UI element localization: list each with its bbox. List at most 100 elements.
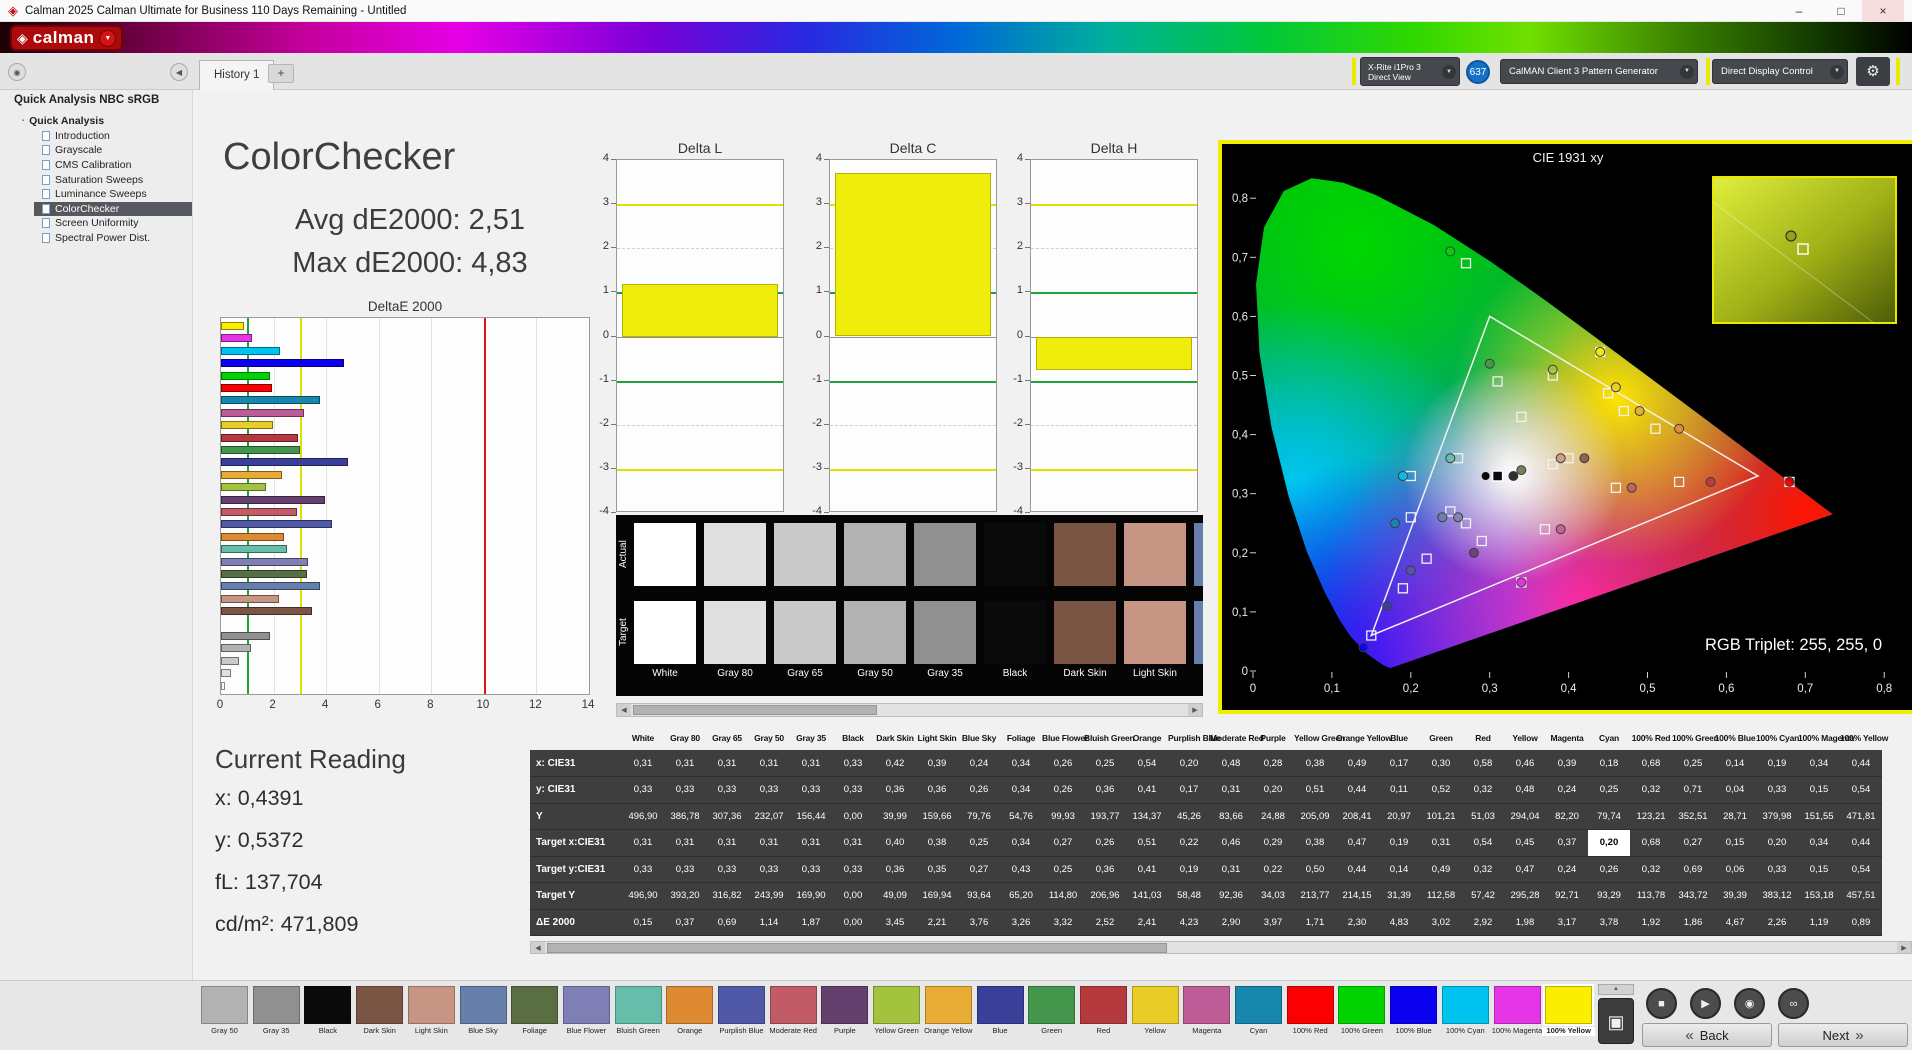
add-tab-button[interactable]: +	[268, 64, 294, 83]
cell[interactable]: 156,44	[790, 803, 832, 830]
cell[interactable]: 2,41	[1126, 909, 1168, 936]
cell[interactable]: 343,72	[1672, 883, 1714, 910]
cell[interactable]: 1,86	[1672, 909, 1714, 936]
cell[interactable]: 0,22	[1168, 830, 1210, 857]
cell[interactable]: 0,46	[1504, 750, 1546, 777]
cell[interactable]: 2,26	[1756, 909, 1798, 936]
cell[interactable]: 0,32	[1462, 856, 1504, 883]
cell[interactable]: 205,09	[1294, 803, 1336, 830]
cell[interactable]: 0,33	[832, 777, 874, 804]
cell[interactable]: 0,28	[1252, 750, 1294, 777]
cell[interactable]: 0,24	[1546, 777, 1588, 804]
cell[interactable]: 31,39	[1378, 883, 1420, 910]
cell[interactable]: 0,49	[1420, 856, 1462, 883]
cell[interactable]: 0,31	[1210, 777, 1252, 804]
cell[interactable]: 0,19	[1378, 830, 1420, 857]
cell[interactable]: 0,54	[1840, 777, 1882, 804]
cell[interactable]: 0,40	[874, 830, 916, 857]
cell[interactable]: 379,98	[1756, 803, 1798, 830]
stop-button[interactable]: ■	[1646, 988, 1677, 1019]
cell[interactable]: 4,83	[1378, 909, 1420, 936]
cell[interactable]: 93,64	[958, 883, 1000, 910]
cell[interactable]: 0,68	[1630, 830, 1672, 857]
cell[interactable]: 0,04	[1714, 777, 1756, 804]
cell[interactable]: 0,33	[790, 856, 832, 883]
cell[interactable]: 151,55	[1798, 803, 1840, 830]
cell[interactable]: 0,15	[622, 909, 664, 936]
cell[interactable]: 0,54	[1462, 830, 1504, 857]
cell[interactable]: 0,30	[1420, 750, 1462, 777]
cell[interactable]: 0,26	[1084, 830, 1126, 857]
cell[interactable]: 79,76	[958, 803, 1000, 830]
display-control-dropdown[interactable]: Direct Display Control ▼	[1712, 59, 1848, 84]
calman-logo-menu[interactable]: ◈ calman ▼	[10, 25, 123, 51]
cell[interactable]: 49,09	[874, 883, 916, 910]
cell[interactable]: 2,52	[1084, 909, 1126, 936]
cell[interactable]: 0,34	[1798, 750, 1840, 777]
cell[interactable]: 0,17	[1378, 750, 1420, 777]
cell[interactable]: 0,52	[1420, 777, 1462, 804]
cell[interactable]: 51,03	[1462, 803, 1504, 830]
cell[interactable]: 0,33	[1756, 856, 1798, 883]
cell[interactable]: 386,78	[664, 803, 706, 830]
cell[interactable]: 0,14	[1378, 856, 1420, 883]
cell[interactable]: 0,39	[1546, 750, 1588, 777]
cell[interactable]: 0,89	[1840, 909, 1882, 936]
cell[interactable]: 39,99	[874, 803, 916, 830]
cell[interactable]: 39,39	[1714, 883, 1756, 910]
sidebar-item-spectral-power-dist[interactable]: Spectral Power Dist.	[0, 231, 192, 246]
cell[interactable]: 0,51	[1126, 830, 1168, 857]
cell[interactable]: 206,96	[1084, 883, 1126, 910]
cell[interactable]: 0,26	[1588, 856, 1630, 883]
cell[interactable]: 1,92	[1630, 909, 1672, 936]
cell[interactable]: 2,30	[1336, 909, 1378, 936]
sidebar-item-cms-calibration[interactable]: CMS Calibration	[0, 158, 192, 173]
cell[interactable]: 0,31	[748, 830, 790, 857]
logo-menu-button[interactable]: ▼	[99, 30, 116, 47]
sidebar-item-colorchecker[interactable]: ColorChecker	[34, 202, 192, 217]
cell[interactable]: 294,04	[1504, 803, 1546, 830]
cell[interactable]: 0,22	[1252, 856, 1294, 883]
cell[interactable]: 295,28	[1504, 883, 1546, 910]
cell[interactable]: 2,90	[1210, 909, 1252, 936]
cell[interactable]: 0,00	[832, 803, 874, 830]
cell[interactable]: 1,98	[1504, 909, 1546, 936]
cell[interactable]: 0,24	[1546, 856, 1588, 883]
workflow-home-button[interactable]: ◉	[8, 63, 26, 81]
cell[interactable]: 34,03	[1252, 883, 1294, 910]
cell[interactable]: 3,97	[1252, 909, 1294, 936]
cell[interactable]: 0,36	[1084, 856, 1126, 883]
scrollbar-thumb[interactable]	[633, 705, 877, 715]
close-button[interactable]: ×	[1862, 0, 1904, 22]
cell[interactable]: 0,47	[1504, 856, 1546, 883]
cell[interactable]: 0,42	[874, 750, 916, 777]
scroll-left-icon[interactable]: ◀	[531, 942, 545, 953]
cell[interactable]: 0,71	[1672, 777, 1714, 804]
cell[interactable]: 159,66	[916, 803, 958, 830]
cell[interactable]: 0,25	[1672, 750, 1714, 777]
cell[interactable]: 0,36	[1084, 777, 1126, 804]
scrollbar-thumb[interactable]	[547, 943, 1167, 953]
cell[interactable]: 0,29	[1252, 830, 1294, 857]
cell[interactable]: 0,31	[748, 750, 790, 777]
cell[interactable]: 0,11	[1378, 777, 1420, 804]
cell[interactable]: 0,20	[1756, 830, 1798, 857]
cell[interactable]: 0,69	[706, 909, 748, 936]
cell[interactable]: 0,35	[916, 856, 958, 883]
cell[interactable]: 0,49	[1336, 750, 1378, 777]
sidebar-collapse-button[interactable]: ◀	[170, 63, 188, 81]
cell[interactable]: 0,25	[958, 830, 1000, 857]
cell[interactable]: 0,69	[1672, 856, 1714, 883]
cell[interactable]: 0,58	[1462, 750, 1504, 777]
cell[interactable]: 0,34	[1798, 830, 1840, 857]
cell[interactable]: 24,88	[1252, 803, 1294, 830]
cell[interactable]: 352,51	[1672, 803, 1714, 830]
cell[interactable]: 3,26	[1000, 909, 1042, 936]
cell[interactable]: 112,58	[1420, 883, 1462, 910]
cell[interactable]: 0,26	[1042, 777, 1084, 804]
cell[interactable]: 3,32	[1042, 909, 1084, 936]
cell[interactable]: 92,36	[1210, 883, 1252, 910]
cell[interactable]: 0,48	[1210, 750, 1252, 777]
pattern-generator-dropdown[interactable]: CalMAN Client 3 Pattern Generator ▼	[1500, 59, 1698, 84]
cell[interactable]: 0,33	[832, 750, 874, 777]
